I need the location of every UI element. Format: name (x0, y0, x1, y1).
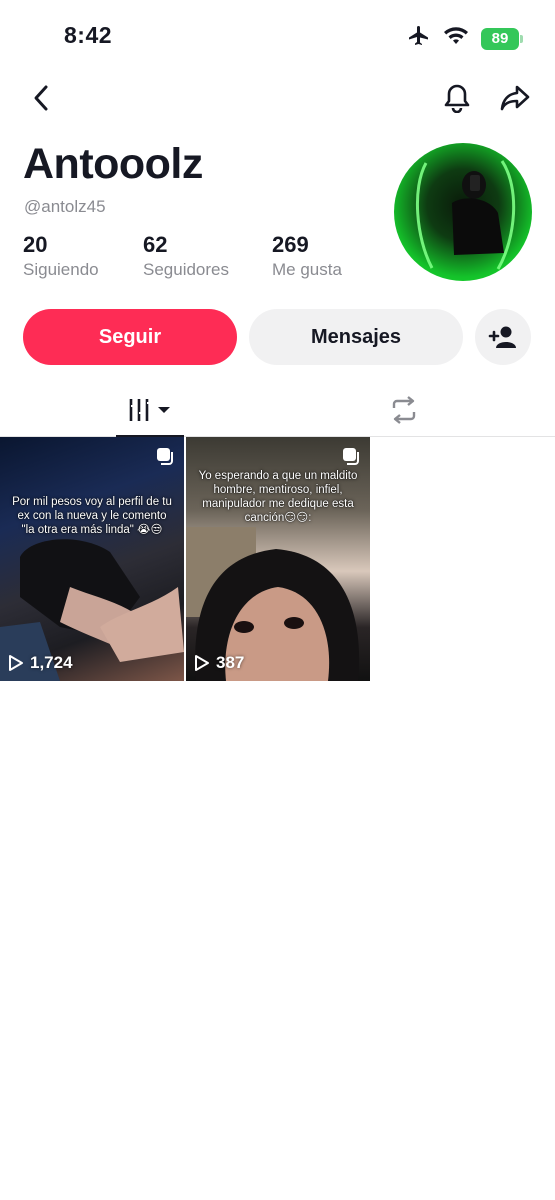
stat-value: 20 (23, 232, 48, 257)
status-time: 8:42 (64, 22, 113, 48)
video-grid: Por mil pesos voy al perfil de tu ex con… (0, 437, 370, 681)
stat-following[interactable]: 20 Siguiendo (23, 232, 143, 280)
follow-button[interactable]: Seguir (23, 309, 237, 365)
profile-handle: @antolz45 (24, 197, 106, 216)
repost-icon (392, 396, 416, 424)
view-count-value: 387 (216, 653, 245, 672)
share-button[interactable] (497, 80, 533, 116)
status-bar: 8:42 89 (0, 0, 555, 72)
stat-likes[interactable]: 269 Me gusta (272, 232, 342, 280)
avatar-image (416, 160, 516, 270)
video-thumbnail (0, 539, 184, 681)
stat-label: Me gusta (272, 260, 342, 279)
video-caption: Yo esperando a que un maldito hombre, me… (198, 470, 358, 524)
video-tile[interactable]: Por mil pesos voy al perfil de tu ex con… (0, 437, 184, 681)
stat-label: Seguidores (143, 260, 230, 279)
video-tile[interactable]: Yo esperando a que un maldito hombre, me… (186, 437, 370, 681)
view-count: 387 (194, 653, 244, 673)
airplane-icon (407, 24, 431, 53)
add-friend-button[interactable] (475, 309, 531, 365)
avatar[interactable] (394, 143, 532, 281)
battery-icon: 89 (481, 27, 523, 50)
view-count: 1,724 (8, 653, 73, 673)
multi-video-icon (342, 447, 360, 465)
multi-video-icon (156, 447, 174, 465)
grid-bars-icon (129, 399, 170, 421)
stat-followers[interactable]: 62 Seguidores (143, 232, 272, 280)
share-icon (500, 85, 530, 111)
back-button[interactable] (23, 80, 59, 116)
reposts-tab[interactable] (370, 384, 438, 436)
status-icons: 89 (407, 24, 523, 53)
stat-label: Siguiendo (23, 260, 99, 279)
back-chevron-icon (34, 85, 48, 111)
stat-value: 269 (272, 232, 309, 257)
video-caption: Por mil pesos voy al perfil de tu ex con… (12, 496, 172, 536)
notifications-button[interactable] (439, 80, 475, 116)
battery-level: 89 (491, 30, 509, 47)
videos-grid-tab[interactable] (116, 384, 184, 436)
bell-icon (444, 84, 470, 113)
profile-stats: 20 Siguiendo 62 Seguidores 269 Me gusta (23, 232, 342, 280)
add-person-icon (488, 326, 516, 348)
play-icon (9, 655, 23, 671)
stat-value: 62 (143, 232, 168, 257)
profile-name: Antooolz (23, 140, 203, 188)
view-count-value: 1,724 (30, 653, 73, 672)
play-icon (195, 655, 209, 671)
wifi-icon (443, 26, 469, 51)
content-tabs (0, 384, 555, 437)
message-button[interactable]: Mensajes (249, 309, 463, 365)
